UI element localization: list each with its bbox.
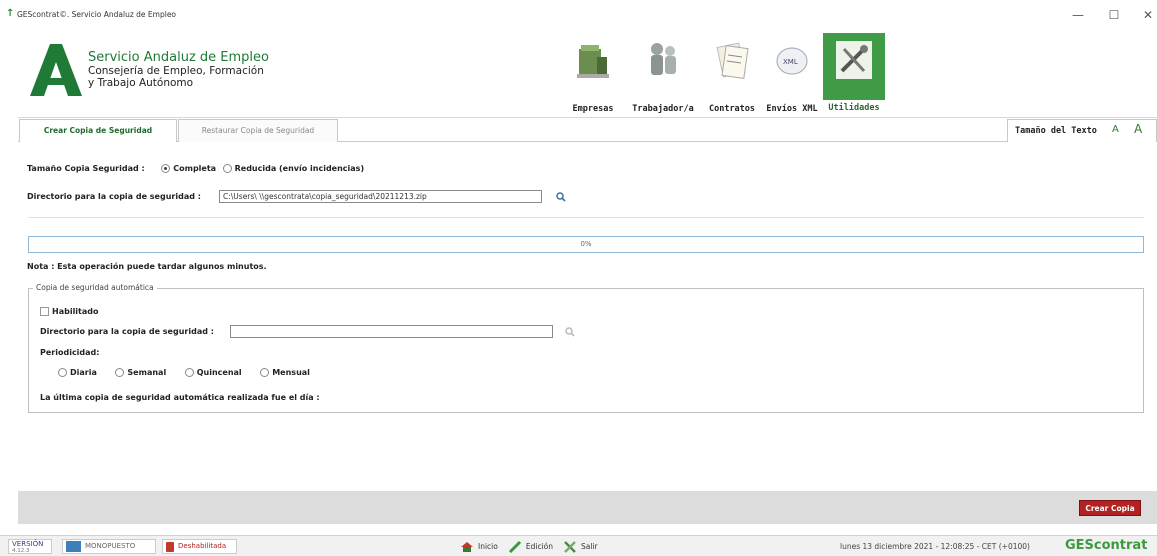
nav-label: Empresas (572, 104, 614, 114)
section-divider (28, 217, 1144, 218)
nav-label: Trabajador/a (632, 104, 694, 114)
companies-icon (577, 45, 609, 78)
backup-dir-input[interactable]: C:\Users\ \\gescontrata\copia_seguridad\… (219, 190, 542, 203)
pencil-icon (508, 540, 521, 553)
status-menu: Inicio Edición Salir (460, 540, 598, 553)
period-semanal[interactable]: Semanal (115, 368, 166, 377)
nav-utilidades[interactable]: Utilidades (823, 33, 885, 117)
action-bar: Crear Copia (18, 491, 1157, 524)
org-title: Servicio Andaluz de Empleo (88, 50, 269, 65)
backup-size-row: Tamaño Copia Seguridad : Completa Reduci… (27, 164, 364, 173)
radio-reduced[interactable] (222, 164, 232, 173)
window-titlebar: ↑ GEScontrat©. Servicio Andaluz de Emple… (0, 0, 1157, 28)
size-option-reduced[interactable]: Reducida (envío incidencias) (222, 164, 364, 173)
version-badge: VERSIÓN 4.12.3 (8, 539, 52, 554)
home-icon (461, 541, 473, 552)
state-label: Deshabilitada (178, 542, 227, 550)
radio-mensual[interactable] (260, 368, 270, 377)
radio-complete[interactable] (161, 164, 171, 173)
main-nav: Empresas Trabajador/a Contratos XML Enví… (563, 33, 885, 117)
org-subtitle-2: y Trabajo Autónomo (88, 77, 194, 89)
search-icon[interactable] (565, 327, 575, 337)
text-size-control: Tamaño del Texto A A (1007, 119, 1157, 142)
last-backup-label: La última copia de seguridad automática … (40, 393, 320, 402)
enabled-checkbox[interactable] (40, 307, 49, 316)
nav-label: Utilidades (823, 100, 885, 117)
nav-label: Contratos (708, 104, 756, 114)
search-icon[interactable] (556, 192, 566, 202)
period-options: Diaria Semanal Quincenal Mensual (58, 368, 310, 377)
app-header: Servicio Andaluz de Empleo Consejería de… (18, 28, 1157, 118)
nav-label: Envíos XML (766, 104, 818, 114)
nav-empresas[interactable]: Empresas (563, 33, 623, 117)
state-indicator: Deshabilitada (162, 539, 237, 554)
auto-dir-input[interactable] (230, 325, 553, 338)
progress-bar: 0% (28, 236, 1144, 253)
monitor-icon (66, 541, 81, 552)
increase-text-icon[interactable]: A (1134, 122, 1142, 136)
nav-envios-xml[interactable]: XML Envíos XML (761, 33, 823, 117)
create-copy-button[interactable]: Crear Copia (1079, 500, 1141, 516)
text-size-label: Tamaño del Texto (1015, 126, 1097, 136)
auto-backup-fieldset: Copia de seguridad automática Habilitado… (28, 283, 1144, 413)
maximize-button[interactable]: ☐ (1107, 8, 1121, 22)
radio-semanal[interactable] (115, 368, 125, 377)
exit-icon (564, 540, 576, 553)
enabled-label: Habilitado (52, 307, 99, 316)
document-icon (166, 542, 174, 552)
duration-note: Nota : Esta operación puede tardar algun… (27, 262, 267, 271)
tools-icon (836, 41, 872, 79)
xml-icon: XML (776, 47, 808, 75)
brand-logo: GEScontrat (1065, 538, 1148, 553)
minimize-button[interactable]: — (1071, 8, 1085, 22)
datetime-readout: lunes 13 diciembre 2021 - 12:08:25 - CET… (840, 542, 1030, 551)
close-button[interactable]: ✕ (1141, 8, 1155, 22)
period-quincenal[interactable]: Quincenal (184, 368, 242, 377)
backup-dir-label: Directorio para la copia de seguridad : (27, 192, 201, 201)
mode-label: MONOPUESTO (85, 542, 136, 550)
version-label: VERSIÓN (12, 540, 44, 548)
auto-backup-legend: Copia de seguridad automática (33, 283, 157, 292)
nav-contratos[interactable]: Contratos (703, 33, 761, 117)
tabs-row: Crear Copia de Seguridad Restaurar Copia… (18, 118, 1157, 143)
window-title: GEScontrat©. Servicio Andaluz de Empleo (17, 10, 177, 19)
enabled-row[interactable]: Habilitado (40, 307, 99, 316)
workers-icon (651, 43, 676, 75)
version-number: 4.12.3 (12, 548, 30, 554)
radio-diaria[interactable] (58, 368, 67, 377)
mode-indicator: MONOPUESTO (62, 539, 156, 554)
auto-dir-label: Directorio para la copia de seguridad : (40, 327, 214, 336)
inicio-button[interactable]: Inicio (460, 540, 498, 553)
app-icon: ↑ (6, 8, 15, 19)
backup-size-label: Tamaño Copia Seguridad : (27, 164, 145, 173)
decrease-text-icon[interactable]: A (1112, 124, 1119, 135)
svg-text:XML: XML (783, 58, 798, 66)
size-option-complete[interactable]: Completa (161, 164, 216, 173)
radio-quincenal[interactable] (184, 368, 194, 377)
status-bar: VERSIÓN 4.12.3 MONOPUESTO Deshabilitada … (0, 535, 1157, 556)
main-panel: Tamaño Copia Seguridad : Completa Reduci… (18, 142, 1157, 492)
edicion-button[interactable]: Edición (508, 540, 553, 553)
period-mensual[interactable]: Mensual (260, 368, 310, 377)
period-diaria[interactable]: Diaria (58, 368, 97, 377)
tab-restaurar-copia[interactable]: Restaurar Copia de Seguridad (178, 119, 338, 142)
tab-crear-copia[interactable]: Crear Copia de Seguridad (19, 119, 177, 143)
contracts-icon (716, 42, 749, 79)
period-label: Periodicidad: (40, 348, 100, 357)
junta-andalucia-logo (30, 44, 82, 96)
salir-button[interactable]: Salir (563, 540, 598, 553)
org-subtitle-1: Consejería de Empleo, Formación (88, 65, 264, 77)
progress-text: 0% (580, 240, 592, 248)
nav-trabajador[interactable]: Trabajador/a (623, 33, 703, 117)
organization-name: Servicio Andaluz de Empleo Consejería de… (88, 50, 269, 89)
